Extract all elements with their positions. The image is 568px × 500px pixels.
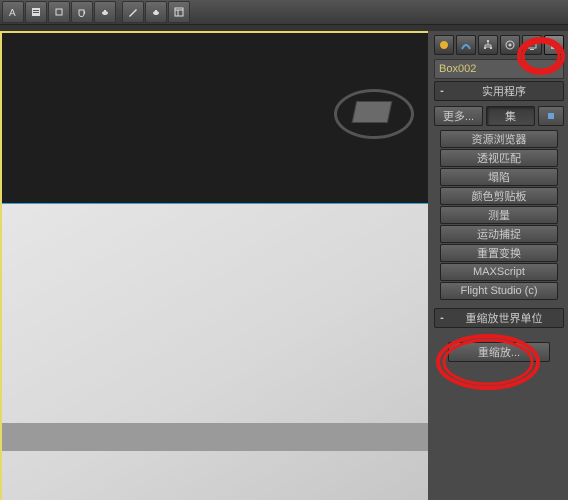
more-button[interactable]: 更多...	[434, 106, 483, 126]
viewport[interactable]	[0, 31, 428, 500]
toolbar-panel-icon[interactable]	[168, 1, 190, 23]
toolbar-cup-icon[interactable]	[71, 1, 93, 23]
util-asset-browser[interactable]: 资源浏览器	[440, 130, 558, 148]
tab-utilities-icon[interactable]	[544, 35, 564, 55]
viewport-geometry	[2, 203, 428, 500]
tab-motion-icon[interactable]	[500, 35, 520, 55]
util-reset-xform[interactable]: 重置变换	[440, 244, 558, 262]
main-toolbar: A	[0, 0, 568, 25]
rollup-rescale-header[interactable]: - 重缩放世界单位	[434, 308, 564, 328]
util-measure[interactable]: 测量	[440, 206, 558, 224]
toolbar-pen-icon[interactable]	[122, 1, 144, 23]
util-motion-capture[interactable]: 运动捕捉	[440, 225, 558, 243]
tab-create-icon[interactable]	[434, 35, 454, 55]
toolbar-teapot2-icon[interactable]	[145, 1, 167, 23]
rescale-button[interactable]: 重缩放...	[448, 342, 550, 362]
util-collapse[interactable]: 塌陷	[440, 168, 558, 186]
tab-hierarchy-icon[interactable]	[478, 35, 498, 55]
svg-text:A: A	[9, 8, 16, 18]
command-panel-tabs	[434, 33, 564, 57]
viewcube[interactable]	[334, 89, 408, 139]
toolbar-box-icon[interactable]	[48, 1, 70, 23]
rollup-rescale-label: 重缩放世界单位	[447, 310, 561, 326]
toolbar-script-icon[interactable]	[25, 1, 47, 23]
toolbar-teapot-icon[interactable]	[94, 1, 116, 23]
tab-display-icon[interactable]	[522, 35, 542, 55]
rollup-utilities-header[interactable]: - 实用程序	[434, 81, 564, 101]
object-name-field[interactable]: Box002	[434, 59, 564, 79]
collapse-icon: -	[437, 312, 447, 324]
toolbar-text-icon[interactable]: A	[2, 1, 24, 23]
tab-modify-icon[interactable]	[456, 35, 476, 55]
sets-button[interactable]: 集	[486, 106, 535, 126]
geometry-edge	[2, 203, 428, 204]
util-color-clipboard[interactable]: 颜色剪贴板	[440, 187, 558, 205]
util-maxscript[interactable]: MAXScript	[440, 263, 558, 281]
util-perspective-match[interactable]: 透视匹配	[440, 149, 558, 167]
util-flight-studio[interactable]: Flight Studio (c)	[440, 282, 558, 300]
geometry-band	[2, 423, 428, 451]
rollup-utilities-label: 实用程序	[447, 83, 561, 99]
collapse-icon: -	[437, 85, 447, 97]
command-panel: Box002 - 实用程序 更多... 集 资源浏览器 透视匹配 塌陷 颜色剪贴…	[428, 31, 568, 500]
utilities-list: 资源浏览器 透视匹配 塌陷 颜色剪贴板 测量 运动捕捉 重置变换 MAXScri…	[434, 130, 564, 300]
configure-button[interactable]	[538, 106, 564, 126]
